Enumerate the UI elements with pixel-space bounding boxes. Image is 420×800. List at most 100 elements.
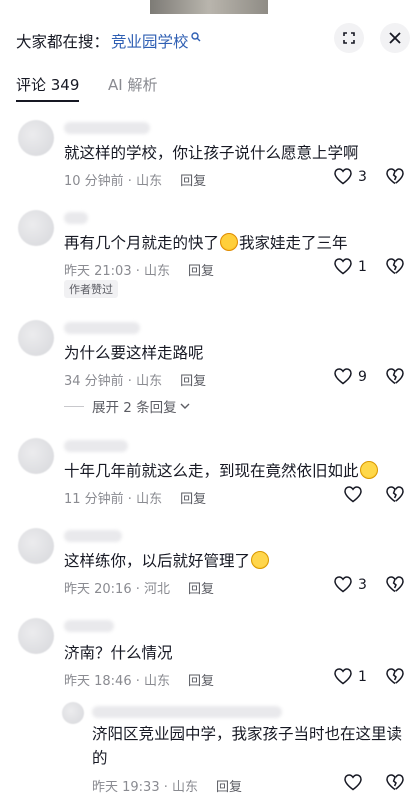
dislike-button[interactable] [386, 486, 404, 507]
dislike-button[interactable] [386, 774, 404, 795]
reply-button[interactable]: 回复 [188, 578, 214, 597]
like-count: 3 [358, 576, 367, 593]
comment-tabs: 评论 349 AI 解析 [0, 64, 420, 106]
comments-header: 大家都在搜： 竞业园学校 [0, 14, 420, 64]
comment-text: 十年几年前就这么走，到现在竟然依旧如此 [64, 460, 379, 482]
video-thumbnail [150, 0, 268, 14]
avatar[interactable] [18, 210, 54, 246]
active-tab-indicator [16, 100, 79, 102]
comment-text: 济南？什么情况 [64, 644, 173, 662]
comment-time: 昨天 20:16 · 河北 [64, 582, 170, 597]
dislike-button[interactable] [386, 368, 404, 389]
expand-button[interactable] [334, 23, 364, 53]
avatar[interactable] [18, 120, 54, 156]
heart-icon [334, 576, 352, 593]
expand-icon [343, 32, 355, 44]
like-count: 1 [358, 258, 367, 275]
dislike-button[interactable] [386, 258, 404, 279]
author-liked-badge: 作者赞过 [64, 280, 118, 298]
comment-meta: 10 分钟前 · 山东 回复 [64, 170, 206, 189]
reply-button[interactable]: 回复 [180, 170, 206, 189]
avatar[interactable] [62, 702, 84, 724]
broken-heart-icon [386, 258, 404, 275]
broken-heart-icon [386, 576, 404, 593]
like-button[interactable] [344, 486, 368, 503]
like-button[interactable]: 1 [334, 258, 367, 275]
avatar[interactable] [18, 618, 54, 654]
like-button[interactable]: 3 [334, 168, 367, 185]
heart-icon [344, 486, 362, 503]
comment-meta: 昨天 19:33 · 山东 回复 [92, 776, 242, 795]
username[interactable] [64, 620, 114, 632]
username[interactable] [64, 122, 150, 134]
comment-text: 这样练你，以后就好管理了 [64, 550, 270, 572]
comment-time: 昨天 19:33 · 山东 [92, 780, 198, 795]
expand-replies-label: 展开 2 条回复 [92, 400, 177, 416]
sweat-emoji-icon [220, 233, 239, 251]
expand-replies-button[interactable]: 展开 2 条回复 [64, 396, 190, 416]
like-button[interactable]: 3 [334, 576, 367, 593]
comment-text: 再有几个月就走的快了 我家娃走了三年 [64, 232, 348, 254]
comment-time: 34 分钟前 · 山东 [64, 374, 163, 389]
reply-button[interactable]: 回复 [188, 670, 214, 689]
comment-meta: 11 分钟前 · 山东 回复 [64, 488, 206, 507]
search-suggestion-keyword[interactable]: 竞业园学校 [111, 30, 189, 52]
dislike-button[interactable] [386, 576, 404, 597]
avatar[interactable] [18, 438, 54, 474]
like-button[interactable] [344, 774, 368, 791]
username[interactable] [92, 706, 282, 718]
reply-text: 济阳区竞业园中学，我家孩子当时也在这里读 [92, 725, 403, 743]
heart-icon [334, 168, 352, 185]
broken-heart-icon [386, 168, 404, 185]
divider [64, 405, 84, 407]
username[interactable] [64, 440, 128, 452]
broken-heart-icon [386, 486, 404, 503]
comment-meta: 34 分钟前 · 山东 回复 [64, 370, 206, 389]
username[interactable] [64, 212, 88, 224]
username[interactable] [64, 322, 140, 334]
like-button[interactable]: 9 [334, 368, 367, 385]
heart-icon [344, 774, 362, 791]
broken-heart-icon [386, 368, 404, 385]
comment-meta: 昨天 18:46 · 山东 回复 [64, 670, 214, 689]
like-button[interactable]: 1 [334, 668, 367, 685]
reply-button[interactable]: 回复 [180, 488, 206, 507]
video-preview-strip [0, 0, 420, 14]
broken-heart-icon [386, 668, 404, 685]
search-suggestion[interactable]: 大家都在搜： 竞业园学校 [16, 30, 201, 52]
username[interactable] [64, 530, 122, 542]
comment-text-part1: 十年几年前就这么走，到现在竟然依旧如此 [64, 462, 359, 480]
close-button[interactable] [380, 23, 410, 53]
heart-icon [334, 668, 352, 685]
search-icon [190, 31, 201, 45]
comment-text: 就这样的学校，你让孩子说什么愿意上学啊 [64, 144, 359, 162]
comment-text-part1: 这样练你，以后就好管理了 [64, 552, 251, 570]
reply-button[interactable]: 回复 [180, 370, 206, 389]
like-count: 9 [358, 368, 367, 385]
reply-text-continued: 的 [92, 749, 108, 767]
tab-comments[interactable]: 评论 349 [16, 74, 79, 95]
search-suggestion-prefix: 大家都在搜： [16, 33, 110, 51]
avatar[interactable] [18, 320, 54, 356]
avatar[interactable] [18, 528, 54, 564]
reply-button[interactable]: 回复 [216, 776, 242, 795]
dislike-button[interactable] [386, 668, 404, 689]
broken-heart-icon [386, 774, 404, 791]
tab-ai-analysis[interactable]: AI 解析 [108, 74, 157, 95]
comment-text-part2: 我家娃走了三年 [239, 234, 348, 252]
heart-icon [334, 258, 352, 275]
dislike-button[interactable] [386, 168, 404, 189]
reply-button[interactable]: 回复 [188, 260, 214, 279]
comment-time: 10 分钟前 · 山东 [64, 174, 163, 189]
chevron-down-icon [180, 403, 190, 409]
grin-emoji-icon [251, 551, 270, 569]
comment-meta: 昨天 21:03 · 山东 回复 [64, 260, 214, 279]
comment-time: 11 分钟前 · 山东 [64, 492, 163, 507]
comment-text-part1: 再有几个月就走的快了 [64, 234, 220, 252]
like-count: 3 [358, 168, 367, 185]
comment-time: 昨天 21:03 · 山东 [64, 264, 170, 279]
close-icon [389, 32, 401, 44]
heart-icon [334, 368, 352, 385]
like-count: 1 [358, 668, 367, 685]
comment-time: 昨天 18:46 · 山东 [64, 674, 170, 689]
